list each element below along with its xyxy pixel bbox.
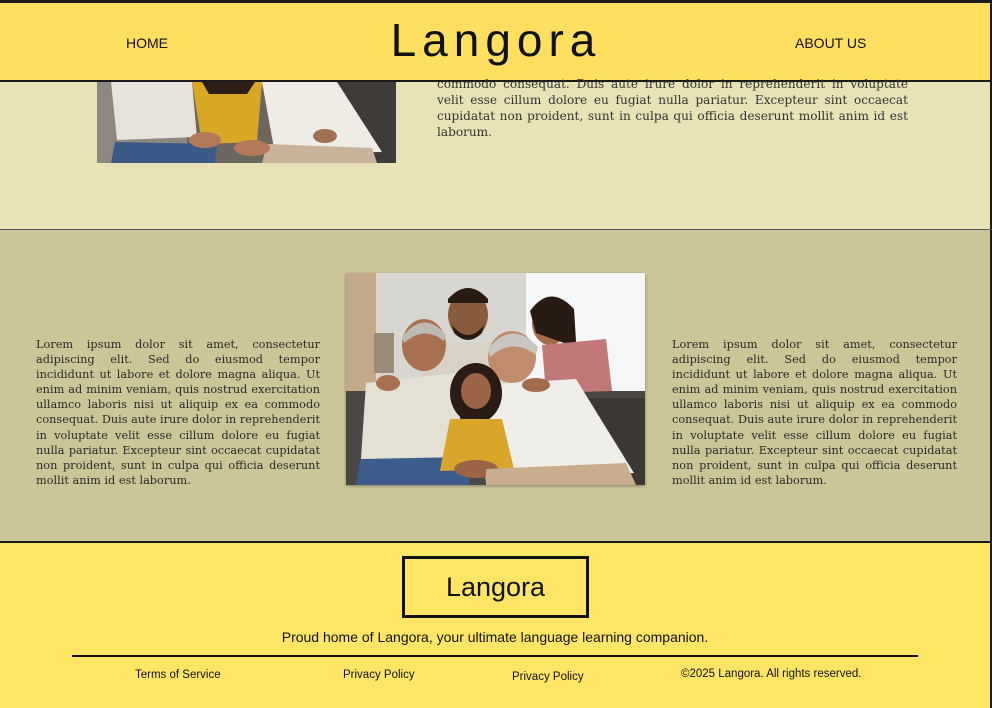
privacy-policy-link-2[interactable]: Privacy Policy: [512, 671, 584, 683]
site-footer: Langora Proud home of Langora, your ulti…: [0, 541, 992, 708]
section2-left-paragraph: Lorem ipsum dolor sit amet, consectetur …: [36, 338, 321, 487]
family-photo-top: [97, 82, 396, 163]
nav-about-link[interactable]: ABOUT US: [795, 35, 866, 51]
section1-paragraph: commodo consequat. Duis aute irure dolor…: [437, 77, 908, 139]
content-section-2: Lorem ipsum dolor sit amet, consectetur …: [0, 230, 992, 542]
content-section-1: commodo consequat. Duis aute irure dolor…: [0, 77, 992, 230]
footer-logo[interactable]: Langora: [402, 556, 589, 618]
site-header: HOME Langora ABOUT US: [0, 0, 992, 82]
privacy-policy-link[interactable]: Privacy Policy: [343, 669, 415, 681]
footer-divider: [72, 655, 918, 657]
copyright-text: ©2025 Langora. All rights reserved.: [681, 668, 862, 680]
footer-tagline: Proud home of Langora, your ultimate lan…: [281, 629, 709, 645]
terms-of-service-link[interactable]: Terms of Service: [135, 669, 221, 681]
section2-right-paragraph: Lorem ipsum dolor sit amet, consectetur …: [672, 338, 957, 487]
family-photo-main: [346, 273, 645, 485]
